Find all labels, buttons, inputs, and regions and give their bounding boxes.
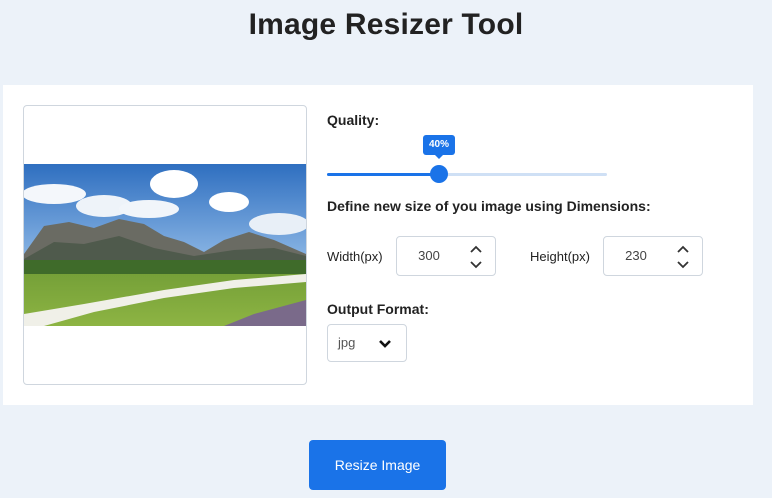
width-value: 300 xyxy=(418,248,440,263)
output-format-select[interactable]: jpg xyxy=(327,324,407,362)
chevron-down-icon xyxy=(379,340,391,348)
height-value: 230 xyxy=(625,248,647,263)
width-input[interactable]: 300 xyxy=(396,236,496,276)
height-label: Height(px) xyxy=(530,249,590,264)
stepper-arrows-icon[interactable] xyxy=(469,244,483,270)
page-title: Image Resizer Tool xyxy=(248,8,524,41)
dimensions-heading: Define new size of you image using Dimen… xyxy=(327,198,651,214)
quality-label: Quality: xyxy=(327,112,380,128)
quality-value-badge: 40% xyxy=(422,135,456,159)
stepper-arrows-icon[interactable] xyxy=(676,244,690,270)
output-format-value: jpg xyxy=(338,335,356,350)
image-preview xyxy=(23,105,307,385)
width-label: Width(px) xyxy=(327,249,383,264)
quality-slider-track[interactable] xyxy=(327,173,607,176)
landscape-image xyxy=(24,164,306,326)
quality-slider-handle[interactable] xyxy=(430,165,448,183)
quality-slider-fill xyxy=(327,173,439,176)
height-input[interactable]: 230 xyxy=(603,236,703,276)
output-format-label: Output Format: xyxy=(327,301,429,317)
resizer-card: Quality: 40% Define new size of you imag… xyxy=(3,85,753,405)
resize-image-button[interactable]: Resize Image xyxy=(309,440,446,490)
